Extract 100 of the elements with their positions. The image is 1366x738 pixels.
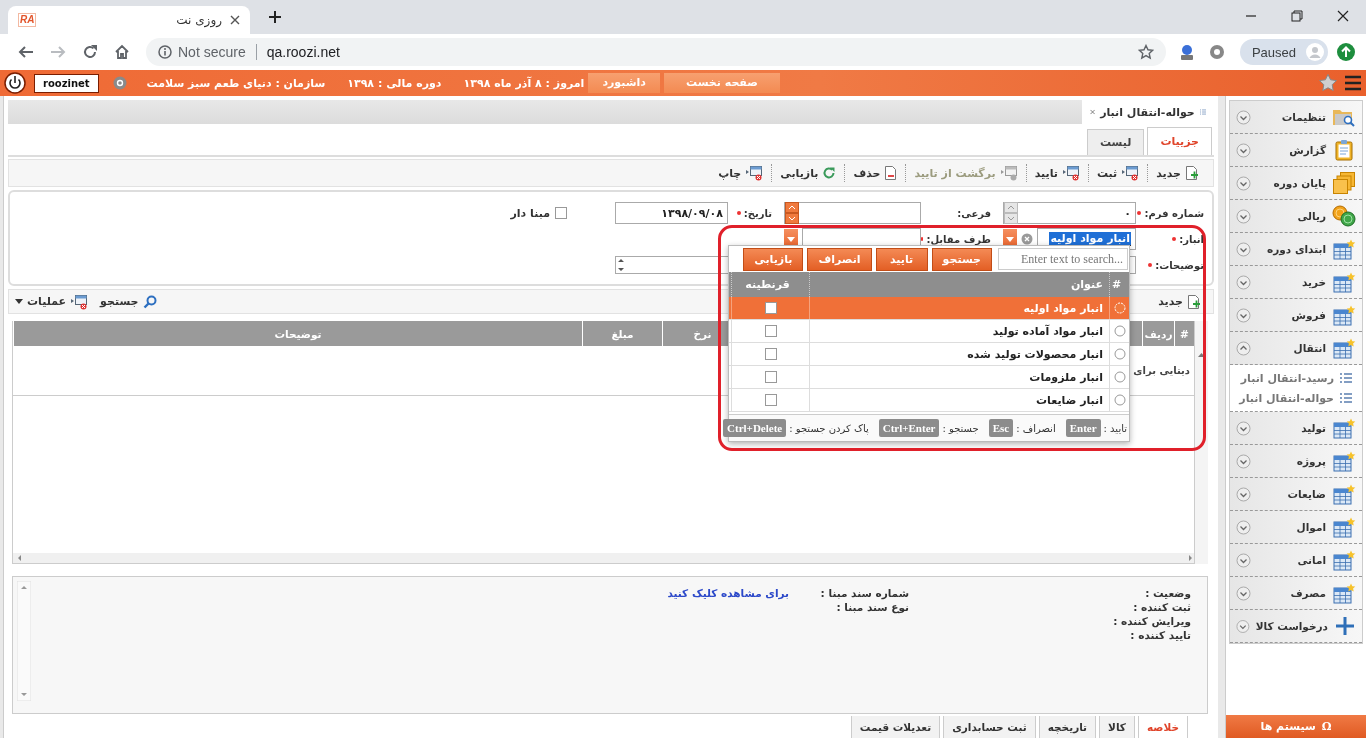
tab[interactable]: جزییات [1147, 127, 1212, 155]
submenu-item[interactable]: رسید-انتقال انبار [1230, 368, 1362, 388]
chevron-icon[interactable] [1236, 585, 1251, 601]
menu-icon[interactable] [1344, 75, 1362, 91]
checkbox[interactable] [764, 371, 777, 383]
restore-icon[interactable] [1291, 10, 1303, 22]
search-field[interactable]: Enter text to search... [998, 248, 1128, 270]
search-button[interactable]: جستجو [94, 294, 163, 309]
user-name: roozinet [34, 73, 99, 93]
menu-item[interactable]: مصرف [1230, 577, 1362, 610]
tab[interactable]: تاریخچه [1038, 716, 1097, 738]
table-icon [1332, 304, 1356, 326]
chevron-icon[interactable] [1236, 453, 1251, 469]
tab[interactable]: لیست [1086, 129, 1145, 155]
spinner-icon[interactable] [616, 256, 626, 274]
actions-button[interactable]: عملیات [9, 293, 95, 310]
table-icon [1332, 516, 1356, 538]
home-icon[interactable] [114, 44, 130, 60]
menu-item[interactable]: پایان دوره [1230, 167, 1362, 200]
menu-item[interactable]: تولید [1230, 412, 1362, 445]
power-icon[interactable] [4, 72, 26, 94]
menu-item[interactable]: ریالی [1230, 200, 1362, 233]
restore-button[interactable]: بازیابی [771, 164, 845, 182]
new-document-icon [1185, 165, 1199, 181]
radio-button[interactable] [1113, 348, 1126, 360]
chevron-icon[interactable] [1236, 241, 1251, 257]
approve-button[interactable]: تایید [1025, 164, 1088, 182]
list-row[interactable]: انبار ضایعات [729, 389, 1129, 412]
chevron-icon[interactable] [1236, 175, 1251, 191]
favicon: RA [18, 13, 37, 27]
print-button[interactable]: چاپ [710, 164, 772, 182]
menu-item[interactable]: خرید [1230, 266, 1362, 299]
menu-item[interactable]: درخواست کالا [1230, 610, 1362, 643]
tab[interactable]: خلاصه [1137, 716, 1188, 738]
checkbox[interactable] [764, 348, 777, 360]
number-field[interactable] [784, 202, 921, 224]
new-button[interactable]: جدید [1147, 164, 1207, 182]
chevron-icon[interactable] [1236, 109, 1251, 125]
checkbox[interactable] [764, 302, 777, 314]
settings-icon[interactable] [112, 76, 127, 90]
chevron-icon[interactable] [1236, 552, 1251, 568]
page-tab[interactable]: حواله-انتقال انبار [1082, 100, 1214, 124]
hint-label: انصراف : [1016, 422, 1056, 434]
chevron-icon[interactable] [1236, 420, 1251, 436]
extension-icon[interactable] [1207, 43, 1226, 61]
close-icon[interactable] [1337, 10, 1349, 22]
update-icon[interactable] [1336, 42, 1356, 62]
view-link[interactable]: برای مشاهده کلیک کنید [667, 587, 789, 599]
forward-icon[interactable] [50, 44, 66, 60]
address-bar[interactable]: Not secure qa.roozi.net [146, 38, 1166, 66]
menu-item[interactable]: فروش [1230, 299, 1362, 332]
list-row[interactable]: انبار مواد آماده تولید [729, 320, 1129, 343]
menu-item[interactable]: ابتدای دوره [1230, 233, 1362, 266]
radio-button[interactable] [1113, 371, 1126, 383]
refresh-icon [822, 166, 837, 180]
submenu-item[interactable]: حواله-انتقال انبار [1230, 388, 1362, 408]
profile-button[interactable]: Paused [1239, 39, 1328, 65]
star-icon[interactable] [1318, 73, 1338, 93]
new-button[interactable]: جدید [1152, 293, 1207, 310]
spinner-icon[interactable] [785, 202, 799, 224]
table-icon [1332, 450, 1356, 472]
hint-label: پاک کردن جستجو : [789, 422, 869, 434]
chevron-icon[interactable] [1236, 142, 1251, 158]
chevron-icon[interactable] [1236, 340, 1251, 356]
date-field[interactable]: ۱۳۹۸/۰۹/۰۸ [615, 202, 728, 224]
checkbox[interactable] [555, 207, 567, 219]
radio-button[interactable] [1113, 325, 1126, 337]
checkbox[interactable] [764, 394, 777, 406]
back-icon[interactable] [18, 44, 34, 60]
clear-icon[interactable] [1021, 233, 1033, 245]
tab[interactable]: ثبت حسابداری [943, 716, 1036, 738]
menu-item[interactable]: تنظیمات [1230, 101, 1362, 134]
field-label: انبار: [1179, 233, 1204, 245]
close-icon[interactable] [230, 15, 240, 25]
info-icon[interactable] [158, 45, 172, 59]
menu-item[interactable]: ضایعات [1230, 478, 1362, 511]
save-button[interactable]: ثبت [1087, 164, 1148, 182]
tab[interactable]: تعدیلات قیمت [850, 716, 941, 738]
chevron-icon[interactable] [1236, 274, 1251, 290]
chevron-icon[interactable] [1236, 486, 1251, 502]
reload-icon[interactable] [82, 44, 98, 60]
field-label: فرعی: [957, 207, 991, 219]
radio-button[interactable] [1113, 394, 1126, 406]
checkbox[interactable] [764, 325, 777, 337]
menu-item[interactable]: امانی [1230, 544, 1362, 577]
chevron-icon[interactable] [1236, 519, 1251, 535]
list-row[interactable]: انبار محصولات تولید شده [729, 343, 1129, 366]
chevron-icon[interactable] [1236, 618, 1250, 634]
star-icon[interactable] [1137, 44, 1154, 60]
scrollbar[interactable] [17, 581, 31, 701]
chevron-icon[interactable] [1236, 307, 1251, 323]
menu-item[interactable]: گزارش [1230, 134, 1362, 167]
menu-item[interactable]: پروژه [1230, 445, 1362, 478]
list-row[interactable]: انبار ملزومات [729, 366, 1129, 389]
info-label: ثبت کننده : [1132, 601, 1191, 613]
chevron-icon[interactable] [1236, 208, 1251, 224]
menu-item[interactable]: اموال [1230, 511, 1362, 544]
tab[interactable]: کالا [1099, 716, 1135, 738]
delete-button[interactable]: حذف [844, 164, 906, 182]
search-icon [142, 294, 157, 309]
